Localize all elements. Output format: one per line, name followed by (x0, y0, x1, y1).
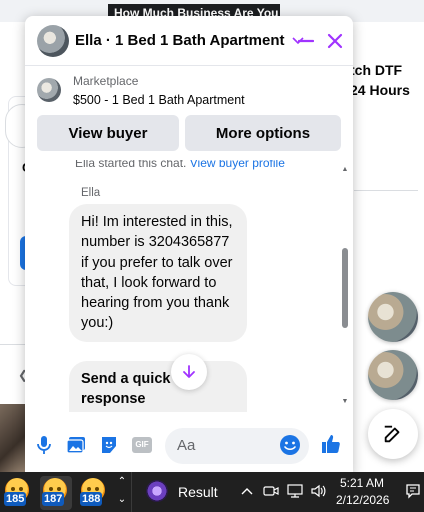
new-message-button[interactable] (368, 409, 418, 459)
message-bubble[interactable]: Hi! Im interested in this, number is 320… (69, 204, 247, 342)
result-label[interactable]: Result (178, 484, 218, 500)
marketplace-label: Marketplace (73, 74, 139, 88)
clock-time[interactable]: 5:21 AM (340, 476, 384, 490)
taskbar-badge: 187 (42, 492, 65, 506)
more-options-button[interactable]: More options (185, 115, 341, 151)
background-post-title-line1: tch DTF (350, 62, 403, 78)
network-icon[interactable] (286, 482, 304, 500)
scrollbar-thumb[interactable] (342, 248, 348, 328)
chat-head-avatar[interactable] (368, 350, 418, 400)
quick-response-bubble[interactable]: Send a quick response (69, 361, 247, 412)
chevron-down-icon[interactable]: ⌄ (116, 494, 128, 505)
taskbar-separator (131, 472, 132, 512)
chat-window: Ella · 1 Bed 1 Bath Apartment Marketplac… (25, 16, 353, 476)
view-buyer-button[interactable]: View buyer (37, 115, 179, 151)
composer-bar: GIF Aa (25, 420, 353, 470)
message-scrollbar[interactable]: ▲ ▼ (341, 162, 349, 406)
close-button[interactable] (322, 28, 348, 54)
view-buyer-profile-link[interactable]: View buyer profile (190, 160, 285, 170)
scroll-to-bottom-button[interactable] (171, 354, 207, 390)
background-post-title-line2: 24 Hours (350, 82, 410, 98)
chat-head-avatar[interactable] (368, 292, 418, 342)
marketplace-listing[interactable]: Marketplace $500 - 1 Bed 1 Bath Apartmen… (37, 74, 347, 114)
scroll-down-icon[interactable]: ▼ (341, 398, 349, 406)
clock-date[interactable]: 2/12/2026 (336, 493, 389, 507)
contact-avatar[interactable] (37, 24, 69, 57)
volume-icon[interactable] (310, 482, 328, 500)
sticker-icon[interactable] (98, 434, 120, 456)
gif-icon[interactable]: GIF (131, 434, 153, 456)
compose-icon (384, 425, 400, 443)
photo-icon[interactable] (65, 434, 87, 456)
taskbar-app-2[interactable]: 187 (40, 476, 72, 510)
system-note-text: Ella started this chat. (75, 160, 190, 170)
message-input-placeholder: Aa (177, 437, 196, 454)
listing-title: $500 - 1 Bed 1 Bath Apartment (73, 93, 245, 107)
taskbar-app-1[interactable]: 185 (2, 476, 34, 510)
background-divider (354, 190, 418, 191)
notification-icon[interactable] (404, 482, 422, 500)
message-input[interactable]: Aa (165, 428, 309, 464)
background-left-photo (0, 404, 26, 472)
taskbar-badge: 185 (4, 492, 27, 506)
emoji-icon[interactable] (279, 434, 303, 458)
thumbs-up-icon[interactable] (319, 432, 343, 456)
minimize-button[interactable] (293, 28, 319, 54)
close-icon (327, 33, 343, 49)
taskbar: 185 187 188 ⌃ ⌄ Result 5:21 AM 2/12/2026 (0, 472, 424, 512)
sender-name: Ella (81, 187, 101, 199)
chevron-up-icon[interactable]: ⌃ (116, 476, 128, 487)
background-left-divider (0, 344, 26, 345)
result-app-icon[interactable] (146, 480, 168, 502)
listing-thumbnail (37, 78, 61, 102)
arrow-down-icon (183, 365, 195, 378)
chat-title[interactable]: Ella · 1 Bed 1 Bath Apartment (75, 32, 285, 49)
minimize-icon (298, 39, 314, 43)
scroll-up-icon[interactable]: ▲ (341, 166, 349, 174)
microphone-icon[interactable] (33, 434, 55, 456)
taskbar-app-3[interactable]: 188 (78, 476, 110, 510)
taskbar-badge: 188 (80, 492, 103, 506)
camera-icon[interactable] (262, 482, 280, 500)
show-hidden-icons-icon[interactable] (238, 482, 256, 500)
system-note: Ella started this chat. View buyer profi… (75, 160, 285, 170)
